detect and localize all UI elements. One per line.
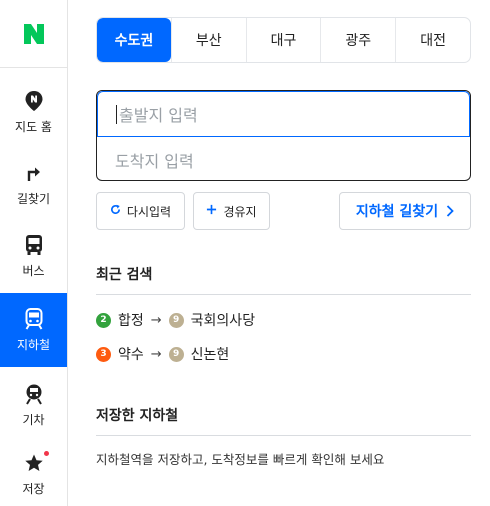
destination-input[interactable]: 도착지 입력: [97, 137, 470, 180]
recent-search-item[interactable]: 2 합정 → 9 국회의사당: [96, 309, 255, 331]
turn-right-arrow-icon: [22, 161, 46, 185]
station-name: 약수: [118, 347, 144, 363]
map-pin-n-icon: [22, 89, 46, 113]
naver-n-icon: [24, 23, 44, 44]
add-waypoint-button[interactable]: 경유지: [193, 192, 270, 230]
route-input-box: 출발지 입력 도착지 입력: [96, 90, 471, 181]
text-caret: [116, 104, 117, 124]
sidebar-item-subway[interactable]: 지하철: [0, 293, 67, 367]
chevron-right-icon: [446, 205, 454, 217]
subway-route-search-button[interactable]: 지하철 길찾기: [339, 192, 471, 230]
recent-searches-title: 최근 검색: [96, 267, 153, 283]
divider: [96, 294, 471, 295]
sidebar-item-label: 버스: [22, 264, 45, 278]
train-icon: [22, 382, 46, 406]
region-tabs: 수도권 부산 대구 광주 대전: [96, 17, 471, 63]
station-name: 국회의사당: [190, 313, 256, 329]
waypoint-button-label: 경유지: [223, 204, 257, 219]
tab-region-gwangju[interactable]: 광주: [320, 18, 395, 62]
naver-logo[interactable]: [0, 0, 68, 68]
recent-search-item[interactable]: 3 약수 → 9 신논현: [96, 343, 229, 365]
reset-button-label: 다시입력: [126, 204, 172, 219]
saved-subway-title: 저장한 지하철: [96, 408, 179, 424]
sidebar-item-label: 기차: [22, 413, 45, 427]
sidebar-item-directions[interactable]: 길찾기: [0, 152, 67, 216]
notification-dot: [43, 451, 49, 456]
sidebar-item-label: 지도 홈: [15, 120, 52, 134]
sidebar: 지도 홈 길찾기 버스 지하철 기차 저장: [0, 0, 68, 506]
line-badge: 9: [168, 346, 184, 362]
tab-region-capital[interactable]: 수도권: [97, 18, 171, 62]
divider: [96, 435, 471, 436]
tab-region-daegu[interactable]: 대구: [245, 18, 321, 62]
origin-input[interactable]: 출발지 입력: [97, 91, 470, 137]
route-search-label: 지하철 길찾기: [355, 204, 439, 220]
saved-subway-description: 지하철역을 저장하고, 도착정보를 빠르게 확인해 보세요: [96, 452, 385, 467]
station-name: 신논현: [190, 347, 230, 363]
plus-icon: [206, 204, 217, 219]
destination-placeholder: 도착지 입력: [115, 151, 194, 171]
tab-region-busan[interactable]: 부산: [170, 18, 246, 62]
refresh-icon: [110, 204, 121, 219]
line-badge: 2: [96, 312, 111, 328]
reset-button[interactable]: 다시입력: [96, 192, 185, 230]
sidebar-item-bus[interactable]: 버스: [0, 224, 67, 288]
sidebar-item-saved[interactable]: 저장: [0, 442, 67, 506]
arrow-right-icon: →: [150, 312, 162, 328]
line-badge: 9: [168, 312, 184, 328]
sidebar-item-label: 저장: [22, 482, 45, 496]
star-icon: [22, 451, 49, 475]
arrow-right-icon: →: [150, 346, 162, 362]
bus-icon: [22, 233, 46, 257]
sidebar-item-label: 지하철: [16, 338, 51, 352]
sidebar-item-map-home[interactable]: 지도 홈: [0, 80, 67, 144]
sidebar-item-train[interactable]: 기차: [0, 373, 67, 437]
subway-icon: [22, 307, 46, 331]
sidebar-item-label: 길찾기: [16, 192, 51, 206]
station-name: 합정: [118, 313, 144, 329]
tab-region-daejeon[interactable]: 대전: [395, 18, 470, 62]
origin-placeholder: 출발지 입력: [119, 106, 198, 125]
line-badge: 3: [96, 346, 111, 362]
